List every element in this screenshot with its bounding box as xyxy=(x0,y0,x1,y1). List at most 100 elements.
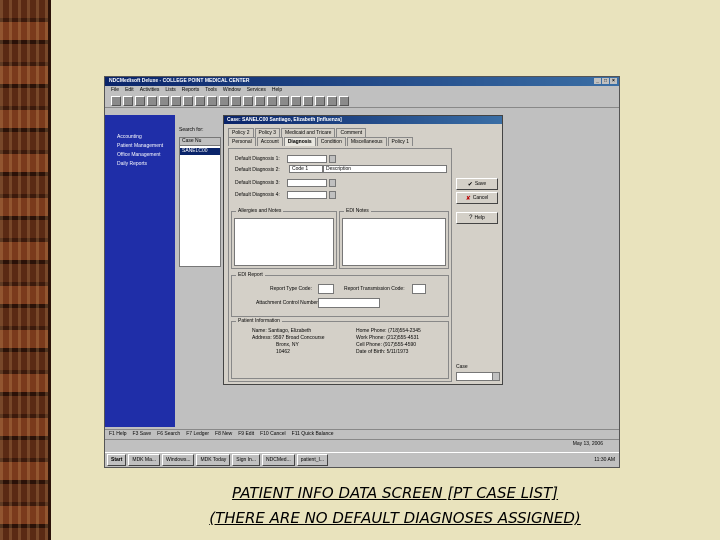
menu-lists[interactable]: Lists xyxy=(165,86,175,94)
nav-item-accounting[interactable]: Accounting xyxy=(117,133,175,142)
menu-bar: File Edit Activities Lists Reports Tools… xyxy=(105,86,619,94)
tab-condition[interactable]: Condition xyxy=(316,137,346,146)
fn-save[interactable]: F3 Save xyxy=(133,430,152,439)
fn-search[interactable]: F6 Search xyxy=(157,430,180,439)
toolbar-button-icon[interactable] xyxy=(171,95,181,106)
patient-address-line3: 10462 xyxy=(276,349,290,355)
toolbar-button-icon[interactable] xyxy=(279,95,289,106)
maximize-icon[interactable]: □ xyxy=(602,78,609,84)
chevron-down-icon[interactable] xyxy=(492,372,500,381)
fn-cancel[interactable]: F10 Cancel xyxy=(260,430,286,439)
default-diagnosis-1-field[interactable] xyxy=(287,155,327,163)
window-title: NDCMedisoft Deluxe - COLLEGE POINT MEDIC… xyxy=(109,78,250,84)
tab-medicaid-tricare[interactable]: Medicaid and Tricare xyxy=(281,128,336,137)
toolbar-button-icon[interactable] xyxy=(195,95,205,106)
allergies-notes-textarea[interactable] xyxy=(234,218,334,266)
fn-edit[interactable]: F9 Edit xyxy=(238,430,254,439)
tab-row-2: Personal Account Diagnosis Condition Mis… xyxy=(228,137,452,146)
tab-miscellaneous[interactable]: Miscellaneous xyxy=(346,137,387,146)
chevron-down-icon[interactable] xyxy=(329,191,336,199)
case-selector-field[interactable] xyxy=(456,372,494,381)
menu-services[interactable]: Services xyxy=(247,86,266,94)
case-list-row-selected[interactable]: SANELC00 xyxy=(180,148,220,155)
chevron-down-icon[interactable] xyxy=(329,179,336,187)
nav-item-daily-reports[interactable]: Daily Reports xyxy=(117,160,175,169)
taskbar-item[interactable]: Windows... xyxy=(162,454,195,466)
menu-activities[interactable]: Activities xyxy=(140,86,160,94)
fn-new[interactable]: F8 New xyxy=(215,430,232,439)
close-icon[interactable]: × xyxy=(610,78,617,84)
fn-ledger[interactable]: F7 Ledger xyxy=(186,430,209,439)
toolbar-button-icon[interactable] xyxy=(111,95,121,106)
minimize-icon[interactable]: _ xyxy=(594,78,601,84)
fn-help[interactable]: F1 Help xyxy=(109,430,127,439)
toolbar-button-icon[interactable] xyxy=(159,95,169,106)
case-selector-label: Case xyxy=(456,364,468,370)
status-date: May 13, 2006 xyxy=(572,441,603,447)
allergies-notes-label: Allergies and Notes xyxy=(236,208,284,214)
tab-diagnosis[interactable]: Diagnosis xyxy=(283,137,316,146)
toolbar-button-icon[interactable] xyxy=(303,95,313,106)
case-list: Case Nu SANELC00 xyxy=(179,137,221,267)
toolbar-button-icon[interactable] xyxy=(207,95,217,106)
attachment-control-number-label: Attachment Control Number: xyxy=(256,300,320,306)
fn-quick-balance[interactable]: F11 Quick Balance xyxy=(292,430,334,439)
patient-information-label: Patient Information xyxy=(236,318,282,324)
default-diagnosis-1-row: Default Diagnosis 1: xyxy=(235,155,336,163)
patient-name: Name: Santiago, Elizabeth xyxy=(252,328,312,334)
decorative-border xyxy=(0,0,48,540)
toolbar-button-icon[interactable] xyxy=(267,95,277,106)
taskbar-item[interactable]: MDK Today xyxy=(196,454,231,466)
toolbar-button-icon[interactable] xyxy=(291,95,301,106)
tab-policy-1[interactable]: Policy 1 xyxy=(387,137,414,146)
nav-item-office-management[interactable]: Office Management xyxy=(117,151,175,160)
toolbar-button-icon[interactable] xyxy=(339,95,349,106)
menu-reports[interactable]: Reports xyxy=(182,86,200,94)
case-tabs: Policy 2 Policy 3 Medicaid and Tricare C… xyxy=(228,128,452,148)
menu-help[interactable]: Help xyxy=(272,86,282,94)
toolbar-button-icon[interactable] xyxy=(243,95,253,106)
taskbar-item[interactable]: NDCMed... xyxy=(261,454,295,466)
tab-policy-3[interactable]: Policy 3 xyxy=(254,128,281,137)
report-type-code-field[interactable] xyxy=(318,284,334,294)
menu-tools[interactable]: Tools xyxy=(205,86,217,94)
taskbar-item[interactable]: patient_I... xyxy=(296,454,329,466)
default-diagnosis-3-field[interactable] xyxy=(287,179,327,187)
nav-item-patient-management[interactable]: Patient Management xyxy=(117,142,175,151)
menu-window[interactable]: Window xyxy=(223,86,241,94)
chevron-down-icon[interactable] xyxy=(329,155,336,163)
toolbar-button-icon[interactable] xyxy=(183,95,193,106)
menu-file[interactable]: File xyxy=(111,86,119,94)
toolbar-button-icon[interactable] xyxy=(231,95,241,106)
edi-notes-textarea[interactable] xyxy=(342,218,446,266)
tab-account[interactable]: Account xyxy=(256,137,283,146)
toolbar-button-icon[interactable] xyxy=(327,95,337,106)
default-diagnosis-2-label: Default Diagnosis 2: xyxy=(235,167,280,173)
toolbar-button-icon[interactable] xyxy=(147,95,157,106)
tab-policy-2[interactable]: Policy 2 xyxy=(228,128,254,137)
case-list-header[interactable]: Case Nu xyxy=(180,138,220,146)
toolbar-button-icon[interactable] xyxy=(135,95,145,106)
toolbar-button-icon[interactable] xyxy=(255,95,265,106)
start-button[interactable]: Start xyxy=(107,454,127,466)
cancel-button[interactable]: ✘ Cancel xyxy=(456,192,498,204)
taskbar-item[interactable]: MDK Ma... xyxy=(128,454,161,466)
help-button[interactable]: ? Help xyxy=(456,212,498,224)
patient-work-phone: Work Phone: (212)555-4531 xyxy=(356,335,420,341)
tab-personal[interactable]: Personal xyxy=(228,137,256,146)
save-icon: ✔ xyxy=(467,181,473,188)
case-dialog-title: Case: SANELC00 Santiago, Elizabeth [Infl… xyxy=(224,116,502,124)
toolbar-button-icon[interactable] xyxy=(219,95,229,106)
toolbar-button-icon[interactable] xyxy=(315,95,325,106)
taskbar-item[interactable]: Sign In... xyxy=(232,454,260,466)
toolbar-button-icon[interactable] xyxy=(123,95,133,106)
save-button[interactable]: ✔ Save xyxy=(456,178,498,190)
report-transmission-code-field[interactable] xyxy=(412,284,426,294)
help-button-label: Help xyxy=(474,215,485,221)
menu-edit[interactable]: Edit xyxy=(125,86,134,94)
attachment-control-number-field[interactable] xyxy=(318,298,380,308)
patient-cell-phone: Cell Phone: (917)555-4590 xyxy=(356,342,417,348)
tab-comment[interactable]: Comment xyxy=(336,128,367,137)
default-diagnosis-4-field[interactable] xyxy=(287,191,327,199)
default-diagnosis-4-row: Default Diagnosis 4: xyxy=(235,191,336,199)
